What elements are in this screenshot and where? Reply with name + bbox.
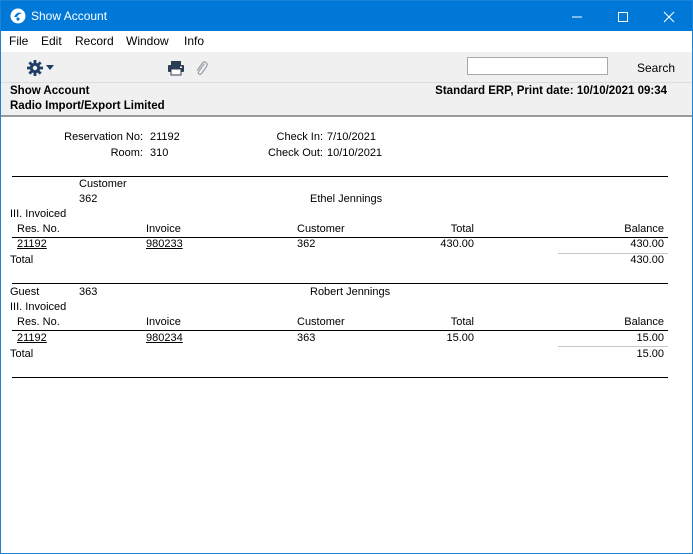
total-label: Total <box>10 254 34 266</box>
column-balance: Balance <box>624 223 664 235</box>
divider <box>12 176 668 177</box>
column-customer: Customer <box>297 316 345 328</box>
print-button[interactable] <box>167 60 185 76</box>
reservation-no-value: 21192 <box>150 131 180 143</box>
invoice-link[interactable]: 980233 <box>146 238 183 250</box>
column-invoice: Invoice <box>146 223 181 235</box>
column-underline <box>12 237 668 238</box>
room-value: 310 <box>150 147 169 159</box>
party-code: 363 <box>79 286 98 298</box>
menu-bar: File Edit Record Window Info <box>1 31 692 52</box>
column-res-no: Res. No. <box>17 316 60 328</box>
invoice-link[interactable]: 980234 <box>146 332 183 344</box>
party-name: Ethel Jennings <box>310 193 383 205</box>
check-in-label: Check In: <box>276 131 323 143</box>
party-label: Guest <box>10 286 40 298</box>
party-code: 362 <box>79 193 98 205</box>
print-info: Standard ERP, Print date: 10/10/2021 09:… <box>435 85 667 97</box>
report-name: Show Account <box>10 85 90 97</box>
row-customer: 363 <box>297 332 316 344</box>
gear-icon <box>27 60 43 76</box>
attach-button[interactable] <box>194 59 208 77</box>
close-button[interactable] <box>646 1 692 31</box>
column-res-no: Res. No. <box>17 223 60 235</box>
close-icon <box>663 11 675 23</box>
menu-window[interactable]: Window <box>126 34 169 48</box>
paperclip-icon <box>196 61 208 75</box>
total-label: Total <box>10 348 34 360</box>
divider <box>12 377 668 378</box>
report-body: Reservation No: 21192 Room: 310 Check In… <box>1 119 692 553</box>
app-logo-icon <box>10 8 26 24</box>
total-balance: 430.00 <box>630 254 664 266</box>
printer-icon <box>168 61 184 76</box>
total-balance: 15.00 <box>636 348 664 360</box>
party-name: Robert Jennings <box>310 286 391 298</box>
menu-info[interactable]: Info <box>184 34 204 48</box>
search-input[interactable] <box>467 57 608 75</box>
check-out-label: Check Out: <box>267 147 323 159</box>
column-total: Total <box>450 223 474 235</box>
row-total: 430.00 <box>440 238 474 250</box>
res-no-link[interactable]: 21192 <box>17 332 47 344</box>
row-total: 15.00 <box>446 332 474 344</box>
column-underline <box>12 330 668 331</box>
show-account-window: Show Account File Edit Record Window Inf… <box>0 0 693 554</box>
party-label: Customer <box>79 178 127 190</box>
group-heading: III. Invoiced <box>10 208 67 220</box>
company-name: Radio Import/Export Limited <box>10 100 165 112</box>
res-no-link[interactable]: 21192 <box>17 238 47 250</box>
menu-file[interactable]: File <box>9 34 28 48</box>
row-balance: 15.00 <box>636 332 664 344</box>
column-customer: Customer <box>297 223 345 235</box>
maximize-button[interactable] <box>600 1 646 31</box>
check-out-value: 10/10/2021 <box>327 147 383 159</box>
column-invoice: Invoice <box>146 316 181 328</box>
operations-menu-button[interactable] <box>26 59 56 77</box>
menu-record[interactable]: Record <box>75 34 114 48</box>
report-header: Show Account Radio Import/Export Limited… <box>1 83 692 117</box>
chevron-down-icon <box>46 65 54 70</box>
maximize-icon <box>618 12 628 23</box>
column-balance: Balance <box>624 316 664 328</box>
menu-edit[interactable]: Edit <box>41 34 62 48</box>
row-customer: 362 <box>297 238 316 250</box>
subtotal-line <box>558 346 668 347</box>
group-heading: III. Invoiced <box>10 301 67 313</box>
divider <box>12 283 668 284</box>
minimize-button[interactable] <box>554 1 600 31</box>
check-in-value: 7/10/2021 <box>327 131 376 143</box>
minimize-icon <box>572 16 582 18</box>
window-title: Show Account <box>31 9 108 23</box>
room-label: Room: <box>110 147 143 159</box>
column-total: Total <box>450 316 474 328</box>
title-bar[interactable]: Show Account <box>1 1 692 31</box>
reservation-no-label: Reservation No: <box>64 131 143 143</box>
toolbar: Search <box>1 52 692 83</box>
search-button[interactable]: Search <box>637 61 675 75</box>
row-balance: 430.00 <box>630 238 664 250</box>
